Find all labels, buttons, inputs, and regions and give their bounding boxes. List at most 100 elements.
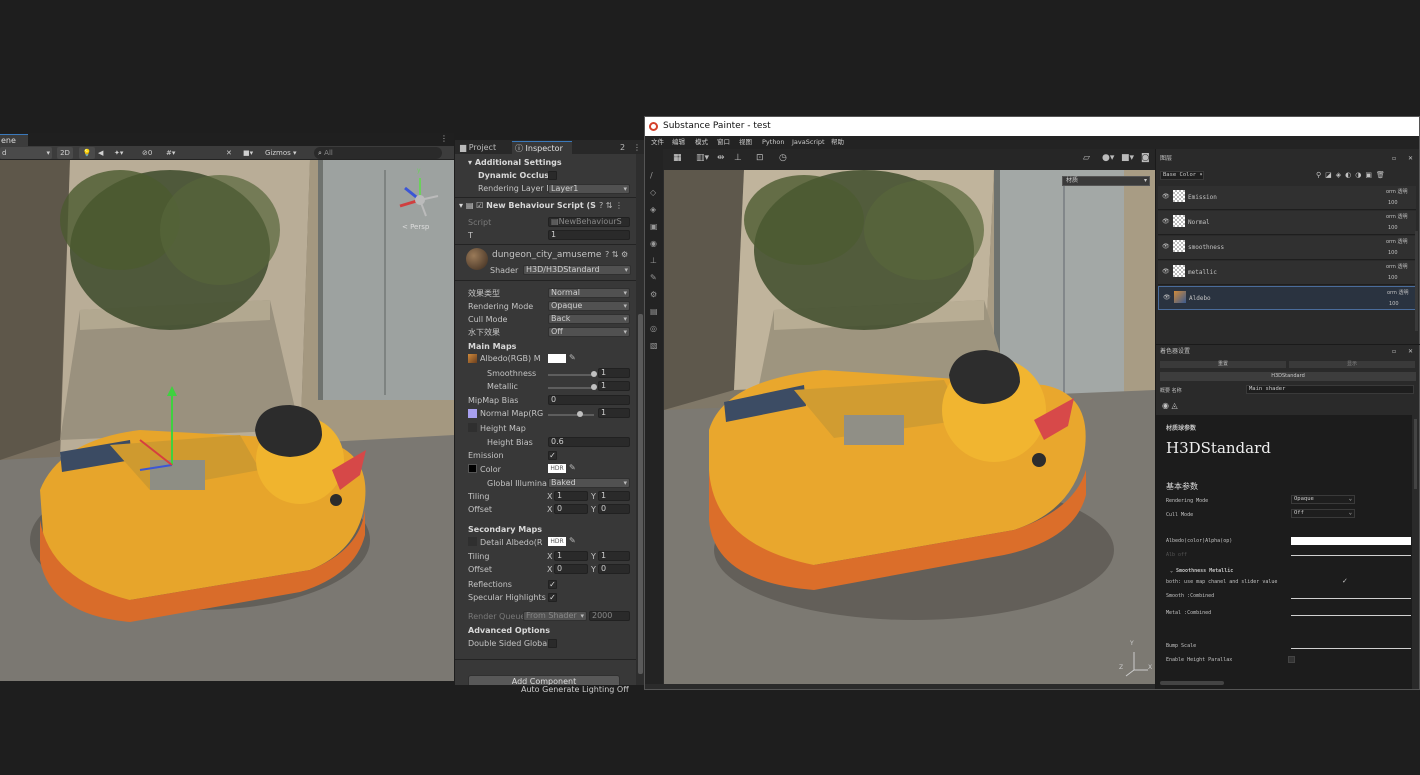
offset-x-field[interactable]: 0 (554, 504, 588, 514)
tools-icon[interactable]: ✕ (226, 147, 236, 159)
close-icon[interactable]: ✕ (1408, 155, 1413, 163)
eyedropper-icon[interactable]: ✎ (569, 353, 576, 362)
shading-mode-dropdown[interactable]: d ▾ (0, 147, 52, 159)
eyedropper-icon[interactable]: ✎ (569, 536, 576, 545)
height-bias-field[interactable]: 0.6 (548, 437, 630, 447)
script-enabled-checkbox[interactable]: ☑ (476, 201, 486, 210)
render-queue-dropdown[interactable]: From Shader (523, 611, 587, 621)
layer-opacity[interactable]: 100 (1388, 274, 1398, 282)
tab-project[interactable]: ▆ Project (457, 141, 509, 154)
emission-texture-slot[interactable] (468, 464, 477, 473)
lock-icon[interactable]: 2 (617, 141, 629, 154)
emission-checkbox[interactable]: ✓ (548, 451, 557, 460)
tiling2-x-field[interactable]: 1 (554, 551, 588, 561)
symmetry-icon[interactable]: ⇹ (717, 153, 725, 163)
metallic-slider-knob[interactable] (591, 384, 597, 390)
sp-3d-viewport[interactable]: 材质 ▾ Y Z X (664, 170, 1155, 684)
menu-python[interactable]: Python (762, 136, 785, 149)
material-help-icon[interactable]: ? ⇅ ⚙ (605, 250, 628, 259)
scrollbar-thumb[interactable] (638, 314, 643, 674)
normal-map-slot[interactable] (468, 409, 477, 418)
sp-albedo-color-swatch[interactable] (1291, 537, 1411, 545)
reset-button[interactable]: 重置 (1160, 361, 1286, 368)
scene-search-input[interactable]: ⌕ All (314, 147, 442, 159)
picker-icon[interactable]: ✎ (650, 269, 658, 286)
menu-edit[interactable]: 编辑 (672, 136, 685, 149)
split-view-icon[interactable]: ▥▾ (696, 153, 709, 163)
t-field[interactable]: 1 (548, 230, 630, 240)
eye-icon[interactable]: 👁 (1163, 294, 1171, 302)
layer-blend[interactable]: orm 透明 (1386, 188, 1408, 196)
menu-javascript[interactable]: JavaScript (792, 136, 825, 149)
python-icon[interactable]: ▧ (650, 337, 658, 354)
grid-icon[interactable]: #▾ (166, 147, 188, 159)
sp-cull-mode-dropdown[interactable]: Off ⌄ (1291, 509, 1355, 518)
sp-bump-slider[interactable] (1291, 648, 1411, 649)
underwater-dropdown[interactable]: Off (548, 327, 630, 337)
tiling-x-field[interactable]: 1 (554, 491, 588, 501)
metallic-field[interactable]: 1 (598, 381, 630, 391)
reflections-checkbox[interactable]: ✓ (548, 580, 557, 589)
frame-icon[interactable]: ⊡ (756, 153, 764, 163)
mipmap-bias-field[interactable]: 0 (548, 395, 630, 405)
layer-opacity[interactable]: 100 (1388, 249, 1398, 257)
layer-row[interactable]: 👁 metallic orm 透明 100 (1158, 261, 1416, 285)
layer-blend[interactable]: orm 透明 (1386, 213, 1408, 221)
float-icon[interactable]: ▫ (1392, 155, 1396, 163)
sp-smooth-slider[interactable] (1291, 598, 1411, 599)
layer-blend[interactable]: orm 透明 (1386, 238, 1408, 246)
video-icon[interactable]: ■▾ (1121, 153, 1134, 163)
history-icon[interactable]: ◷ (779, 153, 787, 163)
screenshot-icon[interactable]: ◙ (1141, 153, 1150, 163)
rendering-mode-dropdown[interactable]: Opaque (548, 301, 630, 311)
layer-row[interactable]: 👁 Emission orm 透明 100 (1158, 186, 1416, 210)
geometry-fill-icon[interactable]: ▣ (650, 218, 658, 235)
menu-window[interactable]: 窗口 (717, 136, 730, 149)
eye-icon[interactable]: 👁 (1162, 243, 1170, 251)
shader-selector-button[interactable]: H3DStandard (1160, 372, 1416, 381)
menu-view[interactable]: 视图 (739, 136, 752, 149)
sp-vertical-scrollbar[interactable] (1414, 419, 1417, 489)
show-button[interactable]: 显示 (1289, 361, 1415, 368)
layer-opacity[interactable]: 100 (1388, 199, 1398, 207)
settings-icon[interactable]: ⚙ (650, 286, 658, 303)
offset2-y-field[interactable]: 0 (598, 564, 630, 574)
clone-icon[interactable]: ⊥ (650, 252, 658, 269)
channel-dropdown[interactable]: Base Color ▾ (1160, 171, 1204, 180)
help-icon[interactable]: ? ⇅ ⋮ (599, 201, 623, 210)
height-map-slot[interactable] (468, 423, 477, 432)
visibility-icon[interactable]: ⊘0 (142, 147, 162, 159)
close-icon[interactable]: ✕ (1408, 348, 1413, 356)
display-icon[interactable]: ◎ (650, 320, 658, 337)
layer-blend[interactable]: orm 透明 (1387, 289, 1409, 297)
sp-layers-scrollbar[interactable] (1415, 231, 1418, 331)
sp-rendering-mode-dropdown[interactable]: Opaque ⌄ (1291, 495, 1355, 504)
smoothness-field[interactable]: 1 (598, 368, 630, 378)
menu-file[interactable]: 文件 (651, 136, 664, 149)
audio-icon[interactable]: ◀ (98, 147, 108, 159)
eyedropper-icon[interactable]: ✎ (569, 463, 576, 472)
eye-icon[interactable]: 👁 (1162, 268, 1170, 276)
double-sided-checkbox[interactable] (548, 639, 557, 648)
more-icon[interactable]: ⋮ (630, 141, 641, 154)
shader-dropdown[interactable]: H3D/H3DStandard (523, 265, 631, 275)
eye-icon[interactable]: 👁 (1162, 193, 1170, 201)
cull-mode-dropdown[interactable]: Back (548, 314, 630, 324)
global-illum-dropdown[interactable]: Baked (548, 478, 630, 488)
gizmos-dropdown[interactable]: Gizmos ▾ (265, 147, 309, 159)
layer-blend[interactable]: orm 透明 (1386, 263, 1408, 271)
grid-icon[interactable]: ▦ (673, 153, 682, 163)
tab-scene[interactable]: ene (0, 134, 28, 146)
sp-metal-slider[interactable] (1291, 615, 1411, 616)
sp-horizontal-scrollbar[interactable] (1160, 681, 1224, 685)
script-component-header[interactable]: ▾ ▤ ☑ New Behaviour Script (S (459, 201, 596, 211)
tiling-y-field[interactable]: 1 (598, 491, 630, 501)
menu-help[interactable]: 帮助 (831, 136, 844, 149)
smoothness-slider[interactable] (548, 374, 594, 376)
paint-brush-icon[interactable]: / (650, 167, 658, 184)
viewport-channel-dropdown[interactable]: 材质 ▾ (1062, 176, 1150, 186)
scene-viewport[interactable]: y < Persp (0, 160, 454, 681)
detail-color-swatch[interactable]: HDR (548, 537, 566, 546)
albedo-color-swatch[interactable] (548, 354, 566, 363)
eye-icon[interactable]: 👁 (1162, 218, 1170, 226)
